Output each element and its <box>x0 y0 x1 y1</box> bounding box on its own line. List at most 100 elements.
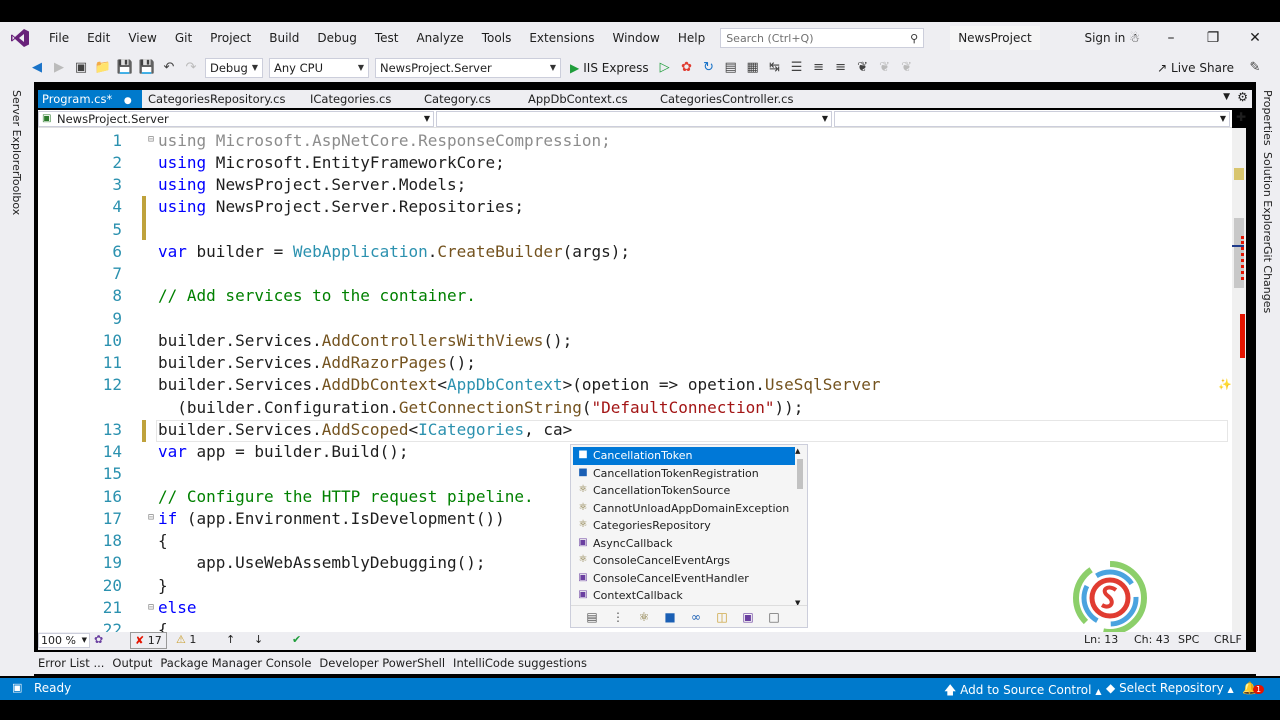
bookmark-prev-icon[interactable]: ❦ <box>875 58 895 78</box>
scroll-thumb[interactable] <box>797 459 803 489</box>
select-repository-button[interactable]: ◆ Select Repository ▲ <box>1106 681 1234 695</box>
menu-tools[interactable]: Tools <box>473 22 521 54</box>
hot-reload-icon[interactable]: ✿ <box>677 58 697 78</box>
errors-indicator[interactable]: ✘ 17 <box>130 632 167 649</box>
minimize-button[interactable]: – <box>1150 22 1192 54</box>
completion-item[interactable]: ■ CancellationTokenRegistration <box>573 465 795 483</box>
target-type-filter-icon[interactable]: □ <box>761 610 787 624</box>
collapse-icon[interactable]: ⊟ <box>148 602 154 613</box>
save-all-icon[interactable]: 💾 <box>137 58 157 78</box>
menu-extensions[interactable]: Extensions <box>520 22 603 54</box>
step-icon[interactable]: ↹ <box>765 58 785 78</box>
notifications-button[interactable]: 🔔1 <box>1242 681 1265 695</box>
bookmark-next-icon[interactable]: ❦ <box>897 58 917 78</box>
completion-item[interactable]: ▣ AsyncCallback <box>573 535 795 553</box>
restore-button[interactable]: ❐ <box>1192 22 1234 54</box>
scroll-up-icon[interactable]: ▲ <box>795 447 800 455</box>
feedback-icon[interactable]: ✎ <box>1245 58 1265 78</box>
uncomment-icon[interactable]: ≡ <box>831 58 851 78</box>
completion-item[interactable]: ⚛ ConsoleCancelEventArgs <box>573 552 795 570</box>
tab-developer-powershell[interactable]: Developer PowerShell <box>315 656 449 670</box>
start-without-debug-icon[interactable]: ▷ <box>655 58 675 78</box>
menu-build[interactable]: Build <box>260 22 308 54</box>
tab-appdbcontext[interactable]: AppDbContext.cs <box>524 90 632 108</box>
warnings-indicator[interactable]: ⚠ 1 <box>176 633 196 646</box>
tab-categories-repository[interactable]: CategoriesRepository.cs <box>144 90 289 108</box>
live-share-button[interactable]: ↗ Live Share <box>1157 54 1234 82</box>
config-select[interactable]: Debug ▼ <box>205 58 263 78</box>
menu-project[interactable]: Project <box>201 22 260 54</box>
platform-select[interactable]: Any CPU ▼ <box>269 58 369 78</box>
completion-item[interactable]: ▣ ConsoleCancelEventHandler <box>573 570 795 588</box>
collapse-icon[interactable]: ⊟ <box>148 512 154 523</box>
search-input[interactable]: Search (Ctrl+Q) ⚲ <box>720 28 925 48</box>
tab-intellicode-suggestions[interactable]: IntelliCode suggestions <box>449 656 591 670</box>
properties-tab[interactable]: Properties <box>1261 90 1274 146</box>
class-filter-icon[interactable]: ⚛ <box>631 610 657 624</box>
git-changes-tab[interactable]: Git Changes <box>1261 246 1274 313</box>
arrow-down-icon[interactable]: ↓ <box>254 633 263 646</box>
completion-item[interactable]: ▣ ContextCallback <box>573 587 795 605</box>
menu-test[interactable]: Test <box>366 22 408 54</box>
bookmark-icon[interactable]: ❦ <box>853 58 873 78</box>
pin-icon[interactable]: ● <box>124 96 132 106</box>
editor-scrollbar[interactable] <box>1232 128 1246 632</box>
menu-help[interactable]: Help <box>669 22 714 54</box>
menu-analyze[interactable]: Analyze <box>407 22 472 54</box>
intellicode-icon[interactable]: ✨ <box>1218 378 1232 391</box>
member-dropdown[interactable]: ▼ <box>834 111 1230 127</box>
menu-edit[interactable]: Edit <box>78 22 119 54</box>
arrow-up-icon[interactable]: ↑ <box>226 633 235 646</box>
back-icon[interactable]: ◀ <box>27 58 47 78</box>
snippet-filter-icon[interactable]: ▤ <box>579 610 605 624</box>
completion-list[interactable]: ■ CancellationToken ■ CancellationTokenReg… <box>570 444 808 628</box>
tab-icategories[interactable]: ICategories.cs <box>306 90 395 108</box>
tab-error-list[interactable]: Error List ... <box>34 656 108 670</box>
enum-filter-icon[interactable]: ◫ <box>709 610 735 624</box>
tab-overflow-icon[interactable]: ▼ <box>1223 92 1230 102</box>
sign-in-link[interactable]: Sign in ☃ <box>1084 22 1140 54</box>
toolbox-tab[interactable]: Toolbox <box>10 174 23 215</box>
menu-git[interactable]: Git <box>166 22 201 54</box>
server-explorer-tab[interactable]: Server Explorer <box>10 90 23 175</box>
tab-package-manager-console[interactable]: Package Manager Console <box>156 656 315 670</box>
new-project-icon[interactable]: ▣ <box>71 58 91 78</box>
menu-debug[interactable]: Debug <box>308 22 365 54</box>
completion-scrollbar[interactable]: ▲ ▼ <box>795 447 805 607</box>
menu-view[interactable]: View <box>119 22 165 54</box>
settings-gear-icon[interactable]: ⚙ <box>1237 90 1248 104</box>
completion-item[interactable]: ⚛ CannotUnloadAppDomainException <box>573 500 795 518</box>
align-icon[interactable]: ☰ <box>787 58 807 78</box>
interface-filter-icon[interactable]: ∞ <box>683 610 709 624</box>
solution-explorer-tab[interactable]: Solution Explorer <box>1261 152 1274 246</box>
startup-project-select[interactable]: NewsProject.Server ▼ <box>375 58 561 78</box>
close-button[interactable]: ✕ <box>1234 22 1276 54</box>
completion-item[interactable]: ■ CancellationToken <box>573 447 795 465</box>
struct-filter-icon[interactable]: ■ <box>657 610 683 624</box>
forward-icon[interactable]: ▶ <box>49 58 69 78</box>
tab-program-cs[interactable]: Program.cs* ● ✕ <box>38 90 142 126</box>
browser-icon[interactable]: ▤ <box>721 58 741 78</box>
undo-icon[interactable]: ↶ <box>159 58 179 78</box>
redo-icon[interactable]: ↷ <box>181 58 201 78</box>
comment-icon[interactable]: ≡ <box>809 58 829 78</box>
project-dropdown[interactable]: ▣ NewsProject.Server ▼ <box>38 111 434 127</box>
zoom-select[interactable]: 100 % ▼ <box>38 633 90 648</box>
completion-item[interactable]: ⚛ CategoriesRepository <box>573 517 795 535</box>
layout-icon[interactable]: ▦ <box>743 58 763 78</box>
tab-output[interactable]: Output <box>108 656 156 670</box>
tab-category[interactable]: Category.cs <box>420 90 495 108</box>
line-ending-indicator[interactable]: CRLF <box>1214 633 1242 646</box>
code-cleanup-icon[interactable]: ✔ <box>292 633 301 646</box>
add-to-source-control-button[interactable]: 🡅 Add to Source Control ▲ <box>944 681 1101 702</box>
menu-window[interactable]: Window <box>604 22 669 54</box>
namespace-filter-icon[interactable]: ⋮ <box>605 610 631 624</box>
refresh-icon[interactable]: ↻ <box>699 58 719 78</box>
menu-file[interactable]: File <box>40 22 78 54</box>
whitespace-indicator[interactable]: SPC <box>1178 633 1199 646</box>
health-icon[interactable]: ✿ <box>94 633 103 646</box>
run-button[interactable]: ▶ IIS Express <box>570 61 649 75</box>
open-folder-icon[interactable]: 📁 <box>93 58 113 78</box>
type-dropdown[interactable]: ▼ <box>436 111 832 127</box>
save-icon[interactable]: 💾 <box>115 58 135 78</box>
